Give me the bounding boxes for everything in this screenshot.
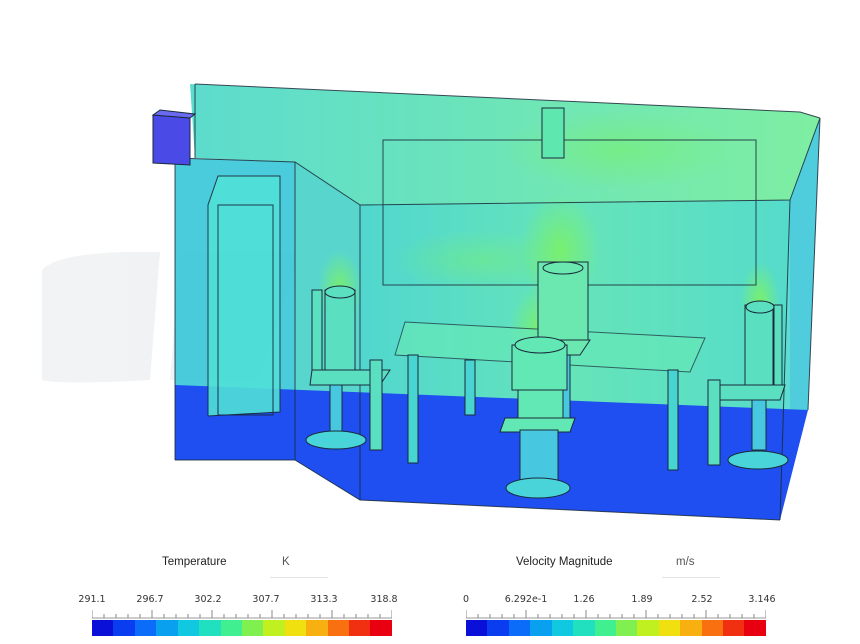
legend-unit: m/s xyxy=(676,556,695,568)
tick-label: 302.2 xyxy=(194,594,222,605)
simulation-viewport[interactable] xyxy=(0,0,860,540)
temperature-color-bar xyxy=(92,620,392,636)
color-swatch xyxy=(220,620,242,636)
tick-label: 307.7 xyxy=(252,594,280,605)
tick-label: 1.26 xyxy=(573,594,595,605)
color-swatch xyxy=(615,620,638,636)
tick-label: 6.292e-1 xyxy=(504,594,548,605)
tick-label: 1.89 xyxy=(631,594,653,605)
color-swatch xyxy=(573,620,595,636)
color-swatch xyxy=(551,620,574,636)
cabinet xyxy=(207,175,281,417)
color-swatch xyxy=(241,620,264,636)
color-swatch xyxy=(701,620,724,636)
velocity-scale-ticks xyxy=(466,610,766,619)
color-swatch xyxy=(327,620,350,636)
color-swatch xyxy=(487,620,509,636)
color-swatch xyxy=(349,620,371,636)
color-swatch xyxy=(466,620,488,636)
inlet-vent xyxy=(151,109,197,166)
color-swatch xyxy=(744,620,766,636)
color-swatch xyxy=(637,620,659,636)
color-swatch xyxy=(530,620,552,636)
color-swatch xyxy=(113,620,135,636)
color-swatch xyxy=(508,620,531,636)
legend-title: Temperature xyxy=(162,556,227,568)
color-swatch xyxy=(723,620,745,636)
temperature-scale-ticks xyxy=(92,610,392,619)
tick-label: 318.8 xyxy=(370,594,398,605)
color-swatch xyxy=(177,620,200,636)
color-swatch xyxy=(284,620,307,636)
color-swatch xyxy=(680,620,702,636)
unit-underline xyxy=(270,577,328,578)
legend-unit: K xyxy=(282,556,290,568)
color-swatch xyxy=(263,620,285,636)
tick-label: 3.146 xyxy=(748,594,776,605)
color-swatch xyxy=(658,620,681,636)
tick-label: 2.52 xyxy=(691,594,713,605)
color-swatch xyxy=(594,620,616,636)
color-swatch xyxy=(92,620,114,636)
velocity-color-bar xyxy=(466,620,766,636)
color-swatch xyxy=(306,620,328,636)
legend-title: Velocity Magnitude xyxy=(516,556,613,568)
color-swatch xyxy=(134,620,157,636)
color-swatch xyxy=(199,620,221,636)
tick-label: 313.3 xyxy=(310,594,338,605)
tick-label: 291.1 xyxy=(78,594,106,605)
ceiling-outlet xyxy=(541,107,565,159)
tick-label: 296.7 xyxy=(136,594,164,605)
unit-underline xyxy=(662,577,720,578)
color-swatch xyxy=(156,620,178,636)
color-swatch xyxy=(370,620,392,636)
tick-label: 0 xyxy=(462,594,470,605)
